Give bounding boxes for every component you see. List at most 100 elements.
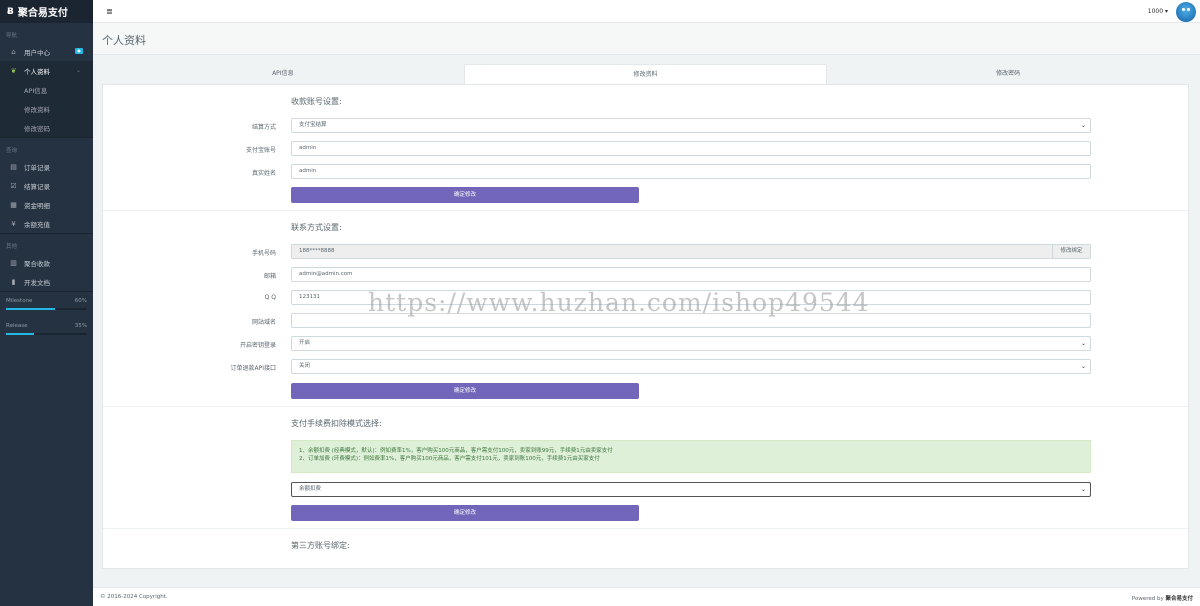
section-divider xyxy=(103,528,1188,529)
field-label-email: 邮箱 xyxy=(263,273,276,280)
progress-fill xyxy=(6,308,55,310)
sidebar-subitem-change-password[interactable]: 修改密码 xyxy=(0,118,93,137)
bitcoin-logo-icon: Ƀ xyxy=(7,6,14,17)
select-value: 关闭 xyxy=(299,363,311,369)
chevron-down-icon: ⌄ xyxy=(1080,122,1086,129)
fee-mode-select[interactable]: 余额扣费 ⌄ xyxy=(291,482,1091,497)
chevron-down-icon: ⌄ xyxy=(75,67,81,74)
yen-icon: ¥ xyxy=(11,219,16,228)
tab-bar: API信息 修改资料 修改密码 xyxy=(102,64,1189,84)
field-label-qq: Q Q xyxy=(264,294,276,301)
money-icon: ▦ xyxy=(10,200,17,209)
field-label-real-name: 真实姓名 xyxy=(251,170,276,177)
sidebar-item-docs[interactable]: ▮ 开发文档 xyxy=(0,272,93,291)
alipay-account-input[interactable]: admin xyxy=(291,141,1091,156)
field-label-phone: 手机号码 xyxy=(251,250,276,257)
sidebar-item-label: API信息 xyxy=(24,86,48,95)
sidebar-item-label: 资金明细 xyxy=(24,201,50,210)
sidebar-item-recharge[interactable]: ¥ 余额充值 xyxy=(0,214,93,233)
section-title-third-party: 第三方账号绑定: xyxy=(291,541,350,550)
qrcode-icon: ▥ xyxy=(10,258,17,267)
email-field[interactable]: admin@admin.com xyxy=(291,267,1091,282)
tab-edit-profile[interactable]: 修改资料 xyxy=(463,64,828,84)
sidebar-item-label: 余额充值 xyxy=(24,220,50,229)
list-icon: ▤ xyxy=(10,162,17,171)
progress-milestone: Milestone 60% xyxy=(0,292,93,317)
sidebar-item-label: 个人资料 xyxy=(24,67,50,76)
fee-note-1: 1、余额扣费 (经典模式，默认)：例如费率1%，客户购买100元商品，客户需支付… xyxy=(299,448,613,454)
field-label-key-login: 开启密钥登录 xyxy=(239,342,276,349)
footer: © 2016-2024 Copyright. Powered by 聚合易支付 xyxy=(93,587,1200,606)
brand[interactable]: Ƀ 聚合易支付 xyxy=(0,0,93,23)
fee-submit-button[interactable]: 确定修改 xyxy=(291,505,639,521)
sidebar-subitem-edit-profile[interactable]: 修改资料 xyxy=(0,99,93,118)
sidebar-item-profile[interactable]: ❦ 个人资料 ⌄ xyxy=(0,61,93,80)
phone-input[interactable]: 188****8888 修改绑定 xyxy=(291,244,1091,259)
sidebar-item-aggregate-pay[interactable]: ▥ 聚合收款 xyxy=(0,253,93,272)
contact-submit-button[interactable]: 确定修改 xyxy=(291,383,639,399)
progress-value: 60% xyxy=(74,298,87,304)
refund-api-select[interactable]: 关闭 ⌄ xyxy=(291,359,1091,374)
sidebar: Ƀ 聚合易支付 导航 ⌂ 用户中心 ● ❦ 个人资料 ⌄ API信息 修改资料 … xyxy=(0,0,93,606)
sidebar-item-label: 修改密码 xyxy=(24,124,50,133)
section-title-fee: 支付手续费扣除模式选择: xyxy=(291,419,382,428)
profile-submenu: API信息 修改资料 修改密码 xyxy=(0,80,93,137)
chevron-down-icon: ⌄ xyxy=(1080,340,1086,347)
sidebar-item-label: 开发文档 xyxy=(24,278,50,287)
rebind-phone-button[interactable]: 修改绑定 xyxy=(1052,245,1090,258)
sidebar-item-label: 结算记录 xyxy=(24,182,50,191)
tab-change-password[interactable]: 修改密码 xyxy=(827,64,1189,84)
progress-bar xyxy=(6,333,87,335)
phone-value: 188****8888 xyxy=(299,248,335,254)
progress-label: Release xyxy=(6,323,28,329)
select-value: 开启 xyxy=(299,340,311,346)
book-icon: ▮ xyxy=(11,277,16,286)
field-label-alipay-account: 支付宝账号 xyxy=(245,147,276,154)
tab-api-info[interactable]: API信息 xyxy=(102,64,464,84)
key-login-select[interactable]: 开启 ⌄ xyxy=(291,336,1091,351)
chevron-down-icon: ⌄ xyxy=(1080,486,1086,493)
nav-section-head: 查询 xyxy=(6,148,18,154)
field-label-settle-method: 结算方式 xyxy=(251,124,276,131)
nav-section-head: 导航 xyxy=(6,33,18,39)
sidebar-item-label: 订单记录 xyxy=(24,163,50,172)
sidebar-item-label: 修改资料 xyxy=(24,105,50,114)
avatar[interactable] xyxy=(1176,2,1196,22)
leaf-icon: ❦ xyxy=(10,66,17,75)
top-header: ≣ 1000 ▾ xyxy=(93,0,1200,23)
nav-section-head: 其他 xyxy=(6,244,18,250)
section-divider xyxy=(103,406,1188,407)
select-value: 余额扣费 xyxy=(299,486,322,492)
home-icon: ⌂ xyxy=(11,47,16,56)
progress-release: Release 35% xyxy=(0,317,93,342)
user-dropdown[interactable]: 1000 ▾ xyxy=(1148,8,1168,15)
chevron-down-icon: ⌄ xyxy=(1080,363,1086,370)
settle-method-select[interactable]: 支付宝结算 ⌄ xyxy=(291,118,1091,133)
copyright: © 2016-2024 Copyright. xyxy=(100,594,168,600)
powered-prefix: Powered by xyxy=(1131,596,1164,602)
settle-submit-button[interactable]: 确定修改 xyxy=(291,187,639,203)
sidebar-item-label: 聚合收款 xyxy=(24,259,50,268)
fee-note-2: 2、订单加费 (环费模式)：例如费率1%，客户购买100元商品，客户需支付101… xyxy=(299,456,600,462)
sidebar-item-user-center[interactable]: ⌂ 用户中心 ● xyxy=(0,42,93,61)
section-divider xyxy=(103,210,1188,211)
watermark: https://www.huzhan.com/ishop49544 xyxy=(368,288,870,317)
progress-bar xyxy=(6,308,87,310)
sidebar-item-funds[interactable]: ▦ 资金明细 xyxy=(0,195,93,214)
field-label-refund-api: 订单退款API接口 xyxy=(230,365,277,372)
powered-by: Powered by 聚合易支付 xyxy=(1132,594,1193,602)
progress-label: Milestone xyxy=(6,298,33,304)
sidebar-subitem-api-info[interactable]: API信息 xyxy=(0,80,93,99)
new-badge: ● xyxy=(75,48,83,54)
page-title: 个人资料 xyxy=(102,34,146,47)
fee-mode-notice: 1、余额扣费 (经典模式，默认)：例如费率1%，客户购买100元商品，客户需支付… xyxy=(291,440,1091,473)
real-name-input[interactable]: admin xyxy=(291,164,1091,179)
section-title-settle: 收款账号设置: xyxy=(291,97,342,106)
powered-name[interactable]: 聚合易支付 xyxy=(1165,596,1193,602)
menu-toggle-icon[interactable]: ≣ xyxy=(106,7,113,16)
profile-form-panel: 收款账号设置: 结算方式 支付宝结算 ⌄ 支付宝账号 admin 真实姓名 ad… xyxy=(102,84,1189,569)
sidebar-item-settlements[interactable]: ☑ 结算记录 xyxy=(0,176,93,195)
progress-value: 35% xyxy=(74,323,87,329)
section-title-contact: 联系方式设置: xyxy=(291,223,342,232)
sidebar-item-orders[interactable]: ▤ 订单记录 xyxy=(0,157,93,176)
